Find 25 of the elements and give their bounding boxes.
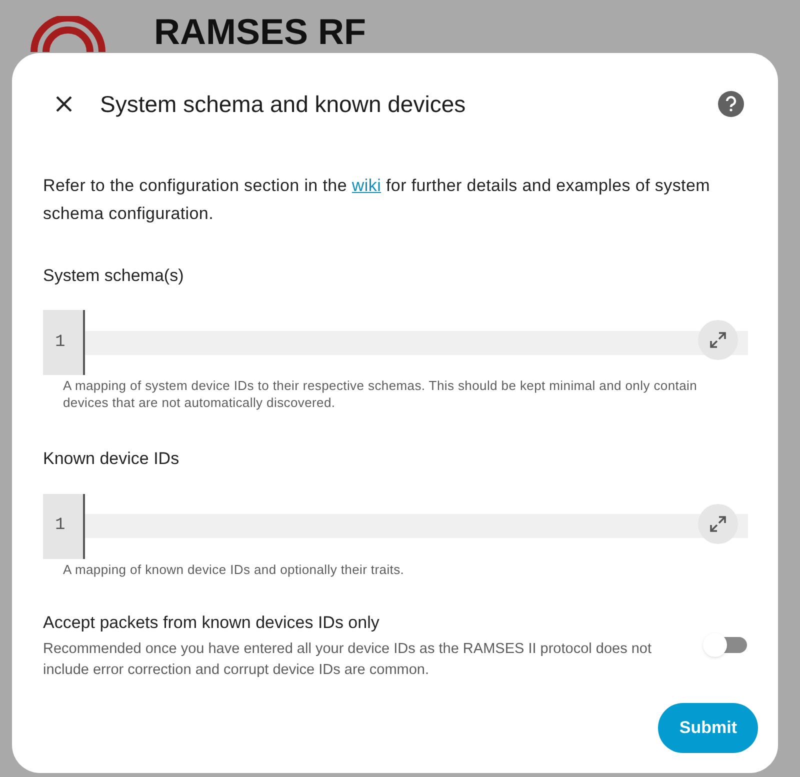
code-editor[interactable]: 1 <box>43 494 748 558</box>
help-button[interactable] <box>718 91 744 118</box>
close-icon <box>55 95 73 114</box>
logo-icon <box>30 16 106 52</box>
expand-icon <box>709 331 727 349</box>
expand-button[interactable] <box>698 320 738 360</box>
section-label: System schema(s) <box>43 264 185 286</box>
wiki-link[interactable]: wiki <box>352 176 382 194</box>
expand-button[interactable] <box>698 504 738 544</box>
line-number: 1 <box>43 310 85 375</box>
helper-text: A mapping of system device IDs to their respective schemas. This should be kept minimal and only contain devices that are not automatically discovered. <box>62 377 698 411</box>
code-editor[interactable]: 1 <box>43 310 748 375</box>
intro-text: Refer to the configuration section in the wiki for further details and examples of system schema configuration. <box>43 174 711 224</box>
section-label: Known device IDs <box>43 448 180 470</box>
switch-thumb <box>703 633 727 658</box>
submit-button[interactable]: Submit <box>658 703 758 753</box>
page-title: RAMSES RF <box>154 14 366 52</box>
toggle-switch[interactable] <box>703 633 747 658</box>
helper-text: A mapping of known device IDs and optionally their traits. <box>62 560 406 578</box>
toggle-description: Recommended once you have entered all your device IDs as the RAMSES II protocol does not include error correction and corrupt device IDs are common. <box>43 640 653 680</box>
line-number: 1 <box>43 494 85 558</box>
toggle-label: Accept packets from known devices IDs only <box>43 612 380 634</box>
help-icon <box>725 96 737 112</box>
dialog-title: System schema and known devices <box>100 90 467 119</box>
expand-icon <box>709 514 727 532</box>
